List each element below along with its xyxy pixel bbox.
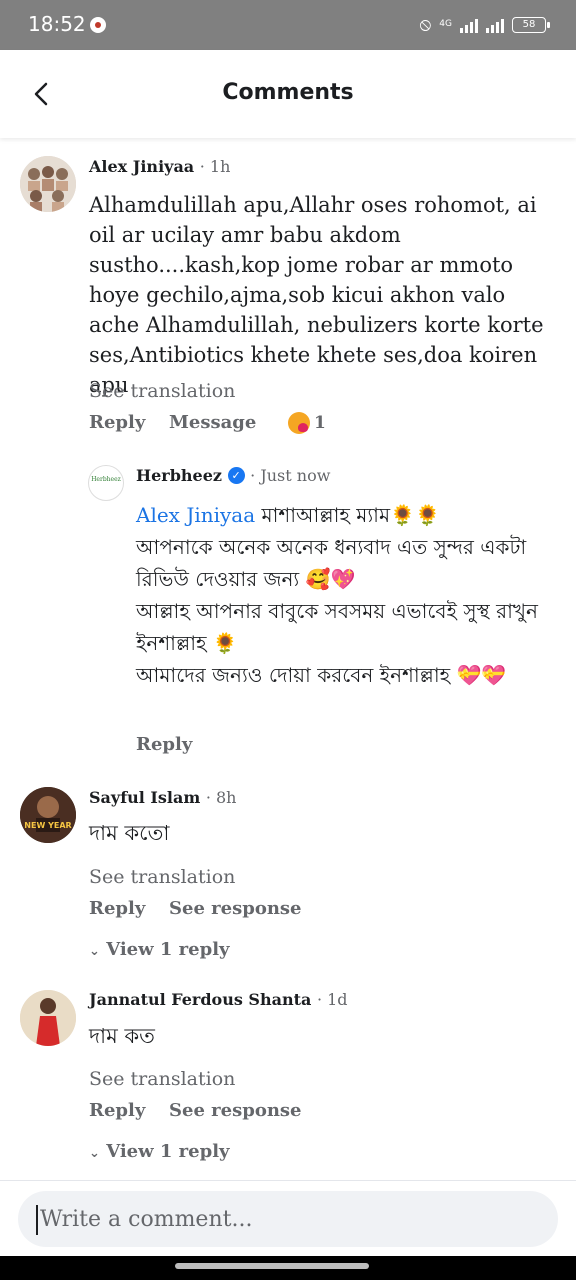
page-logo-text: Herbheez	[91, 476, 121, 483]
mention-link[interactable]: Alex Jiniyaa	[136, 503, 255, 527]
see-translation-link[interactable]: See translation	[89, 866, 235, 888]
signal-icon	[460, 17, 478, 33]
reaction-summary[interactable]: 1	[288, 412, 326, 434]
see-translation-link[interactable]: See translation	[89, 380, 235, 402]
comment-author[interactable]: Sayful Islam · 8h	[89, 788, 236, 807]
comment-composer-bar	[0, 1180, 576, 1256]
comment-composer[interactable]	[18, 1191, 558, 1247]
view-replies-label: View 1 reply	[106, 1141, 230, 1162]
reply-time: · Just now	[250, 466, 331, 485]
signal-icon-2	[486, 17, 504, 33]
reply-button[interactable]: Reply	[89, 412, 145, 433]
comment-time: · 1d	[316, 990, 348, 1009]
screen-record-icon	[90, 17, 106, 33]
avatar-photo-icon	[20, 990, 76, 1046]
system-nav-bar	[0, 1256, 576, 1280]
page-title: Comments	[222, 80, 354, 105]
comment-author[interactable]: Alex Jiniyaa · 1h	[89, 157, 230, 176]
page-avatar[interactable]: Herbheez	[88, 465, 124, 501]
avatar[interactable]	[20, 156, 76, 212]
status-icons: ⦸ 4G 58	[419, 14, 550, 35]
see-response-button[interactable]: See response	[169, 898, 302, 919]
avatar-caption: NEW YEAR	[24, 821, 72, 830]
view-replies-label: View 1 reply	[106, 939, 230, 960]
status-time: 18:52	[28, 12, 86, 36]
author-name[interactable]: Jannatul Ferdous Shanta	[89, 990, 311, 1009]
reply-button[interactable]: Reply	[89, 898, 145, 919]
home-gesture-handle[interactable]	[175, 1263, 369, 1269]
reply-button[interactable]: Reply	[89, 1100, 145, 1121]
reply-line-2: আপনাকে অনেক অনেক ধন্যবাদ এত সুন্দর একটা …	[136, 535, 527, 591]
view-replies-button[interactable]: ⌄ View 1 reply	[89, 939, 230, 960]
avatar[interactable]	[20, 990, 76, 1046]
comment-text: দাম কতো	[89, 821, 170, 845]
verified-badge-icon: ✓	[227, 467, 245, 484]
reply-text: Alex Jiniyaa মাশাআল্লাহ ম্যাম🌻🌻 আপনাকে অ…	[136, 499, 556, 691]
comment-author[interactable]: Jannatul Ferdous Shanta · 1d	[89, 990, 348, 1009]
reply-line-4: আমাদের জন্যও দোয়া করবেন ইনশাল্লাহ 💝💝	[136, 663, 507, 687]
reply-button[interactable]: Reply	[136, 734, 192, 755]
view-replies-button[interactable]: ⌄ View 1 reply	[89, 1141, 230, 1162]
chevron-down-icon: ⌄	[89, 944, 100, 959]
reply-line-3: আল্লাহ আপনার বাবুকে সবসময় এভাবেই সুস্থ …	[136, 599, 538, 655]
comment-text: দাম কত	[89, 1024, 155, 1048]
avatar-photo-icon	[20, 787, 76, 843]
status-bar: 18:52 ⦸ 4G 58	[0, 0, 576, 50]
message-button[interactable]: Message	[169, 412, 256, 433]
comment-time: · 1h	[199, 157, 231, 176]
reply-line-1: Alex Jiniyaa মাশাআল্লাহ ম্যাম🌻🌻	[136, 503, 440, 527]
battery-icon: 58	[512, 16, 550, 33]
chevron-down-icon: ⌄	[89, 1146, 100, 1161]
reply-author[interactable]: Herbheez ✓ · Just now	[136, 466, 330, 485]
comment-text: Alhamdulillah apu,Allahr oses rohomot, a…	[89, 193, 544, 397]
text-cursor	[36, 1205, 38, 1235]
hugging-face-icon	[288, 412, 310, 434]
reaction-count: 1	[314, 413, 326, 433]
header: Comments	[0, 50, 576, 138]
reply-author-name[interactable]: Herbheez	[136, 466, 222, 485]
avatar[interactable]: NEW YEAR	[20, 787, 76, 843]
network-type: 4G	[439, 19, 452, 29]
comment-time: · 8h	[205, 788, 237, 807]
comment-input[interactable]	[40, 1191, 540, 1247]
author-name[interactable]: Sayful Islam	[89, 788, 200, 807]
vibrate-mute-icon: ⦸	[419, 14, 432, 35]
see-translation-link[interactable]: See translation	[89, 1068, 235, 1090]
author-name[interactable]: Alex Jiniyaa	[89, 157, 194, 176]
see-response-button[interactable]: See response	[169, 1100, 302, 1121]
avatar-photo-icon	[20, 156, 76, 212]
